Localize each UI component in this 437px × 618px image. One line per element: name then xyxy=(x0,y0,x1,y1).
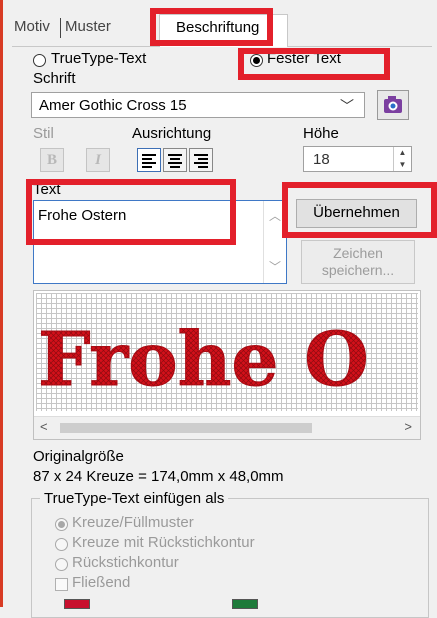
font-select-value: Amer Gothic Cross 15 xyxy=(39,97,187,114)
scroll-down-icon[interactable]: ﹀ xyxy=(264,258,286,275)
tab-beschriftung[interactable]: Beschriftung xyxy=(159,14,288,47)
preview-hscrollbar[interactable]: < > xyxy=(34,416,420,439)
tab-muster[interactable]: Muster xyxy=(65,18,111,35)
color-swatch-red[interactable] xyxy=(64,599,90,609)
window-left-edge xyxy=(0,0,3,607)
camera-icon xyxy=(384,96,402,113)
radio-kreuze-rueckstich[interactable] xyxy=(55,538,68,551)
apply-button[interactable]: Übernehmen xyxy=(296,199,417,228)
height-label: Höhe xyxy=(303,125,339,142)
original-size-value: 87 x 24 Kreuze = 174,0mm x 48,0mm xyxy=(33,468,284,485)
align-center-button[interactable] xyxy=(163,148,187,172)
save-chars-line1: Zeichen xyxy=(333,245,383,261)
font-select[interactable]: Amer Gothic Cross 15 ﹀ xyxy=(31,92,365,118)
bold-button[interactable]: B xyxy=(40,148,64,172)
stitch-grid: Frohe O xyxy=(36,293,418,411)
tab-bar: Motiv Muster Beschriftung xyxy=(12,14,432,47)
text-input-value: Frohe Ostern xyxy=(38,207,127,224)
height-value: 18 xyxy=(313,151,330,168)
align-right-button[interactable] xyxy=(189,148,213,172)
original-size-label: Originalgröße xyxy=(33,448,124,465)
text-input[interactable]: Frohe Ostern ︿ ﹀ xyxy=(33,200,287,284)
radio-fixed-text[interactable] xyxy=(250,54,263,67)
text-scrollbar[interactable]: ︿ ﹀ xyxy=(263,201,286,283)
scroll-left-icon[interactable]: < xyxy=(40,419,48,434)
save-chars-button[interactable]: Zeichen speichern... xyxy=(301,240,415,284)
scroll-up-icon[interactable]: ︿ xyxy=(264,207,286,224)
chevron-down-icon: ﹀ xyxy=(340,98,354,114)
radio-kreuze-fuellmuster-label: Kreuze/Füllmuster xyxy=(72,514,194,531)
font-section-label: Schrift xyxy=(33,70,76,87)
radio-kreuze-rueckstich-label: Kreuze mit Rückstichkontur xyxy=(72,534,255,551)
tab-beschriftung-label: Beschriftung xyxy=(176,19,260,36)
radio-fixed-text-label: Fester Text xyxy=(267,50,341,67)
radio-rueckstichkontur[interactable] xyxy=(55,558,68,571)
align-left-button[interactable] xyxy=(137,148,161,172)
insert-as-group-title: TrueType-Text einfügen als xyxy=(40,490,229,507)
text-label: Text xyxy=(33,181,61,198)
style-label: Stil xyxy=(33,125,54,142)
stitch-text-image: Frohe O xyxy=(38,317,370,404)
scroll-thumb[interactable] xyxy=(60,423,312,433)
height-spinner[interactable]: 18 ▲ ▼ xyxy=(303,146,412,172)
scroll-right-icon[interactable]: > xyxy=(404,419,412,434)
tab-motiv[interactable]: Motiv xyxy=(14,18,50,35)
checkbox-fliessend[interactable] xyxy=(55,578,68,591)
italic-button[interactable]: I xyxy=(86,148,110,172)
radio-rueckstichkontur-label: Rückstichkontur xyxy=(72,554,179,571)
spinner-up-icon[interactable]: ▲ xyxy=(394,147,411,159)
radio-truetype[interactable] xyxy=(33,54,46,67)
checkbox-fliessend-label: Fließend xyxy=(72,574,131,591)
spinner-arrows[interactable]: ▲ ▼ xyxy=(393,147,411,171)
radio-kreuze-fuellmuster[interactable] xyxy=(55,518,68,531)
radio-truetype-label: TrueType-Text xyxy=(51,50,147,67)
font-preview-button[interactable] xyxy=(377,90,409,120)
save-chars-line2: speichern... xyxy=(321,262,395,278)
stitch-preview: Frohe O < > xyxy=(33,290,421,440)
spinner-down-icon[interactable]: ▼ xyxy=(394,159,411,171)
tab-separator xyxy=(60,18,61,38)
preview-text: Frohe O xyxy=(38,317,369,403)
color-swatch-green[interactable] xyxy=(232,599,258,609)
alignment-label: Ausrichtung xyxy=(132,125,212,142)
